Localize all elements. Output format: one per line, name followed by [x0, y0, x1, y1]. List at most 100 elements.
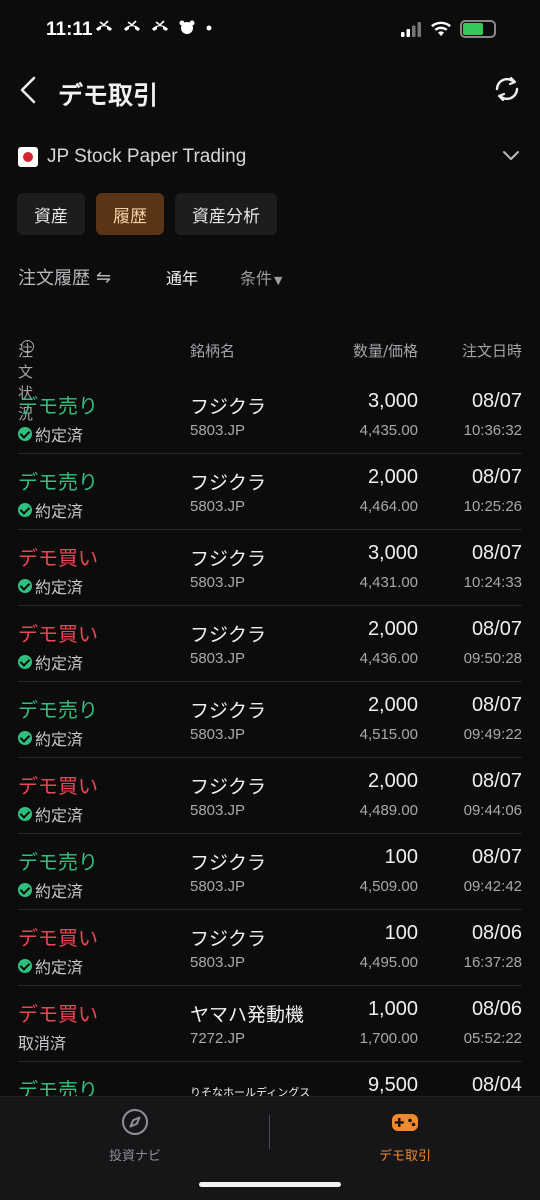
order-price: 1,700.00: [359, 1030, 418, 1047]
order-status-label: 約定済: [35, 806, 84, 825]
order-quantity: 2,000: [367, 694, 418, 716]
nav-investment-navi[interactable]: 投資ナビ: [35, 1107, 235, 1164]
column-header-qty-price: 数量/価格: [352, 342, 418, 360]
order-price: 4,509.00: [359, 878, 418, 895]
page-title: デモ取引: [58, 81, 159, 110]
japan-flag-icon: [18, 147, 38, 167]
order-row[interactable]: デモ買い 取消済 ヤマハ発動機 7272.JP 1,000 1,700.00 08/06 05…: [18, 986, 522, 1062]
column-header-datetime: 注文日時: [461, 342, 522, 360]
order-side: デモ売り: [18, 698, 98, 722]
order-quantity: 100: [384, 846, 418, 868]
order-status: 約定済: [18, 650, 83, 674]
account-selector[interactable]: JP Stock Paper Trading: [18, 136, 522, 178]
order-side: デモ買い: [18, 774, 98, 798]
stock-code: 5803.JP: [190, 422, 246, 439]
order-price: 4,495.00: [359, 954, 418, 971]
order-row[interactable]: デモ買い 約定済 フジクラ 5803.JP 2,000 4,436.00 08/07 09:5…: [18, 606, 522, 682]
condition-filter[interactable]: 条件 ▼: [240, 265, 282, 289]
order-time: 10:25:26: [463, 498, 522, 515]
period-filter[interactable]: 通年: [166, 265, 198, 289]
order-quantity: 2,000: [367, 618, 418, 640]
missed-call-icon: [152, 20, 168, 31]
info-icon[interactable]: i: [21, 340, 34, 353]
missed-call-icon: [96, 20, 112, 31]
order-status: 取消済: [18, 1030, 66, 1054]
order-price: 4,515.00: [359, 726, 418, 743]
order-row[interactable]: デモ売り 約定済 フジクラ 5803.JP 2,000 4,515.00 08/07 09:4…: [18, 682, 522, 758]
check-circle-icon: [18, 427, 32, 441]
order-status-label: 約定済: [35, 882, 84, 901]
order-side: デモ売り: [18, 394, 98, 418]
order-date: 08/06: [471, 922, 522, 944]
order-side: デモ売り: [18, 470, 98, 494]
stock-code: 5803.JP: [190, 726, 246, 743]
order-time: 09:42:42: [463, 878, 522, 895]
order-side: デモ売り: [18, 850, 98, 874]
order-date: 08/07: [471, 770, 522, 792]
order-price: 4,464.00: [359, 498, 418, 515]
check-circle-icon: [18, 579, 32, 593]
nav-label: 投資ナビ: [108, 1149, 161, 1164]
order-row[interactable]: デモ売り 約定済 フジクラ 5803.JP 100 4,509.00 08/07 09:42:…: [18, 834, 522, 910]
order-side: デモ買い: [18, 622, 98, 646]
order-status-label: 約定済: [35, 426, 84, 445]
swap-icon[interactable]: ⇋: [96, 267, 111, 288]
order-side: デモ買い: [18, 1002, 98, 1026]
refresh-icon[interactable]: [492, 74, 522, 104]
tab-asset-analysis[interactable]: 資産分析: [175, 193, 277, 235]
tab-bar: 資産 履歴 資産分析: [17, 193, 277, 235]
order-time: 09:44:06: [463, 802, 522, 819]
order-quantity: 100: [384, 922, 418, 944]
order-date: 08/07: [471, 846, 522, 868]
chevron-down-icon[interactable]: [500, 144, 522, 166]
order-quantity: 9,500: [367, 1074, 418, 1096]
order-date: 08/07: [471, 694, 522, 716]
check-circle-icon: [18, 503, 32, 517]
back-icon[interactable]: [14, 72, 44, 108]
order-list: デモ売り 約定済 フジクラ 5803.JP 3,000 4,435.00 08/07 10:3…: [18, 378, 522, 1138]
order-history-toggle[interactable]: 注文履歴: [18, 264, 90, 290]
order-row[interactable]: デモ売り 約定済 フジクラ 5803.JP 2,000 4,464.00 08/07 10:2…: [18, 454, 522, 530]
check-circle-icon: [18, 959, 32, 973]
nav-demo-trading[interactable]: デモ取引: [305, 1107, 505, 1164]
order-row[interactable]: デモ買い 約定済 フジクラ 5803.JP 100 4,495.00 08/06 16:37:…: [18, 910, 522, 986]
top-bar: デモ取引: [0, 62, 540, 122]
status-time: 11:11: [46, 19, 93, 40]
column-headers: 注文状況 i 銘柄名 数量/価格 注文日時: [18, 340, 522, 423]
check-circle-icon: [18, 731, 32, 745]
order-status-label: 約定済: [35, 654, 84, 673]
order-row[interactable]: デモ買い 約定済 フジクラ 5803.JP 3,000 4,431.00 08/07 10:2…: [18, 530, 522, 606]
missed-call-icon: [124, 20, 140, 31]
stock-name: フジクラ: [190, 700, 267, 722]
stock-name: ヤマハ発動機: [190, 1004, 305, 1026]
nav-divider: [269, 1115, 270, 1149]
order-quantity: 2,000: [367, 770, 418, 792]
stock-code: 5803.JP: [190, 498, 246, 515]
stock-name: フジクラ: [190, 624, 267, 646]
battery-icon: [460, 20, 496, 38]
notification-icons: [94, 19, 214, 35]
home-indicator: [199, 1182, 341, 1187]
order-price: 4,431.00: [359, 574, 418, 591]
order-row[interactable]: デモ買い 約定済 フジクラ 5803.JP 2,000 4,489.00 08/07 09:4…: [18, 758, 522, 834]
check-circle-icon: [18, 807, 32, 821]
order-quantity: 2,000: [367, 466, 418, 488]
nav-label: デモ取引: [378, 1149, 431, 1164]
order-status: 約定済: [18, 878, 83, 902]
order-date: 08/07: [471, 618, 522, 640]
order-status: 約定済: [18, 726, 83, 750]
order-side: デモ買い: [18, 546, 98, 570]
tab-assets[interactable]: 資産: [17, 193, 85, 235]
order-quantity: 3,000: [367, 390, 418, 412]
wifi-icon: [431, 21, 451, 36]
stock-code: 7272.JP: [190, 1030, 246, 1047]
stock-code: 5803.JP: [190, 650, 246, 667]
order-status: 約定済: [18, 954, 83, 978]
order-time: 09:50:28: [463, 650, 522, 667]
stock-name: フジクラ: [190, 396, 267, 418]
order-row[interactable]: デモ売り 約定済 フジクラ 5803.JP 3,000 4,435.00 08/07 10:3…: [18, 378, 522, 454]
order-date: 08/06: [471, 998, 522, 1020]
caret-down-icon: ▼: [274, 274, 283, 287]
status-bar: 11:11: [0, 0, 540, 62]
tab-history[interactable]: 履歴: [96, 193, 164, 235]
